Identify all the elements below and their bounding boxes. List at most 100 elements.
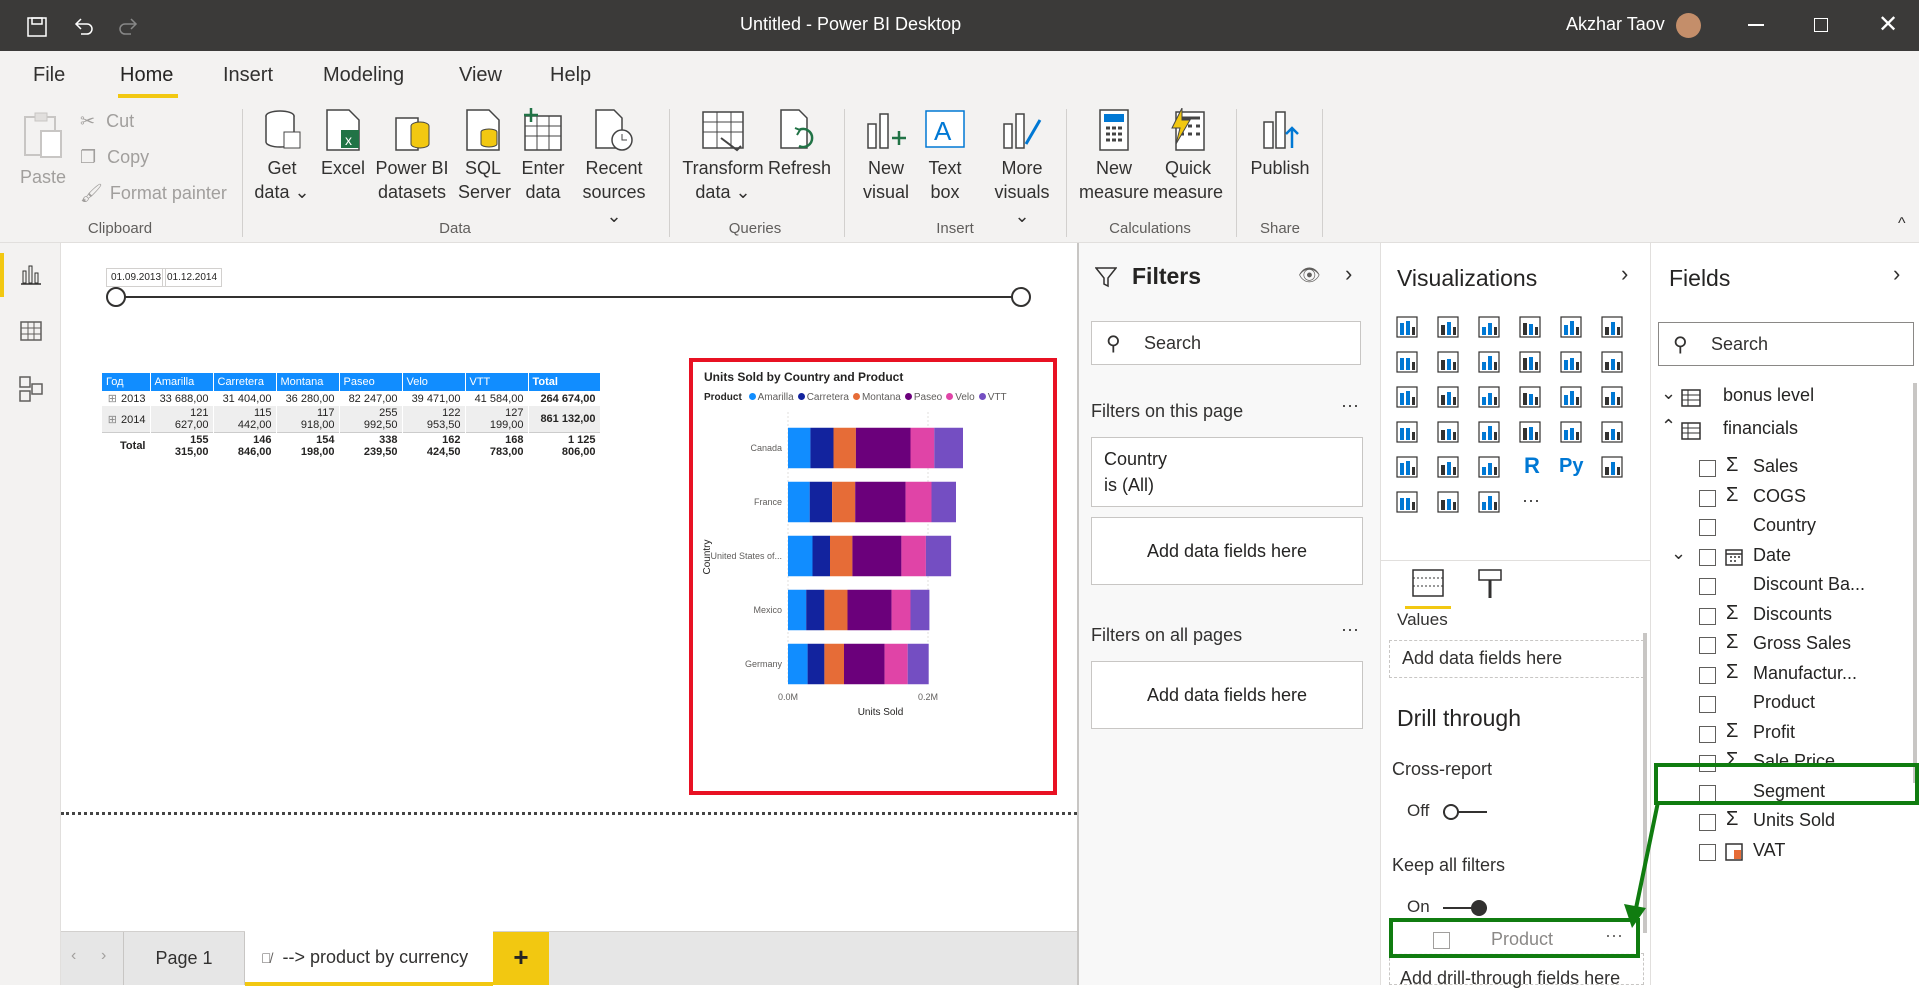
matrix-header[interactable]: Год bbox=[102, 373, 151, 391]
tab-help[interactable]: Help bbox=[550, 64, 591, 87]
field-checkbox[interactable] bbox=[1699, 548, 1716, 566]
bar-segment[interactable] bbox=[847, 589, 892, 631]
waterfall-icon[interactable] bbox=[1395, 385, 1423, 413]
collapse-viz-icon[interactable]: › bbox=[1621, 261, 1628, 287]
bar-segment[interactable] bbox=[855, 481, 906, 523]
bar-segment[interactable] bbox=[810, 427, 834, 469]
matrix-cell[interactable]: ⊞ 2013 bbox=[102, 391, 151, 406]
stacked-column-icon[interactable] bbox=[1436, 315, 1464, 343]
bar-segment[interactable] bbox=[931, 481, 957, 523]
bar-segment[interactable] bbox=[830, 535, 853, 577]
model-view-icon[interactable] bbox=[19, 376, 43, 402]
table-0[interactable]: ⌄ bonus level bbox=[1651, 383, 1919, 419]
matrix-cell[interactable]: ⊞ 2014 bbox=[102, 406, 151, 433]
fields-scrollbar[interactable] bbox=[1913, 383, 1917, 783]
page-tab-1[interactable]: Page 1 bbox=[123, 932, 245, 985]
bar-segment[interactable] bbox=[910, 427, 935, 469]
bar-segment[interactable] bbox=[901, 535, 926, 577]
country-filter-card[interactable]: Country is (All) bbox=[1091, 437, 1363, 507]
treemap-icon[interactable] bbox=[1600, 385, 1628, 413]
sql-server-button[interactable]: SQL Server bbox=[458, 108, 511, 204]
qa-icon[interactable] bbox=[1436, 490, 1464, 518]
slicer-end-date[interactable]: 01.12.2014 bbox=[162, 268, 223, 287]
field-checkbox[interactable] bbox=[1699, 814, 1716, 831]
matrix-header[interactable]: Montana bbox=[276, 373, 340, 391]
matrix-header[interactable]: VTT bbox=[465, 373, 529, 391]
recent-sources-button[interactable]: Recent sources ⌄ bbox=[574, 108, 654, 228]
bar-segment[interactable] bbox=[807, 643, 825, 685]
matrix-header[interactable]: Paseo bbox=[339, 373, 403, 391]
cut-button[interactable]: ✂ Cut bbox=[80, 111, 134, 132]
power-bi-datasets-button[interactable]: Power BI datasets bbox=[372, 108, 452, 204]
filters-all-drop-zone[interactable]: Add data fields here bbox=[1091, 661, 1363, 729]
transform-data-button[interactable]: Transform data ⌄ bbox=[682, 108, 764, 204]
area-chart-icon[interactable] bbox=[1436, 350, 1464, 378]
line-clustered-icon[interactable] bbox=[1559, 350, 1587, 378]
smart-narrative-icon[interactable] bbox=[1477, 490, 1505, 518]
more-options-icon[interactable]: ··· bbox=[1341, 619, 1359, 640]
redo-icon[interactable] bbox=[117, 16, 139, 36]
field-checkbox[interactable] bbox=[1699, 696, 1716, 713]
multi-row-card-icon[interactable] bbox=[1559, 420, 1587, 448]
copy-button[interactable]: ❐ Copy bbox=[80, 147, 149, 168]
field-checkbox[interactable] bbox=[1699, 666, 1716, 684]
prev-page-icon[interactable]: ‹ bbox=[71, 947, 76, 965]
collapse-ribbon-icon[interactable]: ^ bbox=[1898, 215, 1906, 233]
r-visual-icon[interactable]: R bbox=[1518, 453, 1546, 483]
filters-search-input[interactable]: ⚲ Search bbox=[1091, 321, 1361, 365]
avatar[interactable] bbox=[1676, 13, 1701, 38]
slicer-icon[interactable] bbox=[1395, 455, 1423, 483]
matrix-visual[interactable]: Год Amarilla Carretera Montana Paseo Vel… bbox=[102, 373, 601, 459]
stacked-area-icon[interactable] bbox=[1477, 350, 1505, 378]
matrix-header[interactable]: Velo bbox=[402, 373, 466, 391]
bar-segment[interactable] bbox=[852, 535, 902, 577]
undo-icon[interactable] bbox=[73, 16, 95, 36]
report-view-icon[interactable] bbox=[20, 263, 42, 285]
field-checkbox[interactable] bbox=[1699, 725, 1716, 743]
bar-segment[interactable] bbox=[925, 535, 952, 577]
field-checkbox[interactable] bbox=[1699, 519, 1716, 536]
close-icon[interactable]: ✕ bbox=[1878, 10, 1898, 39]
line-column-icon[interactable] bbox=[1518, 350, 1546, 378]
filters-page-drop-zone[interactable]: Add data fields here bbox=[1091, 517, 1363, 585]
format-painter-button[interactable]: 🖌 Format painter bbox=[80, 183, 227, 204]
restore-icon[interactable] bbox=[1814, 18, 1828, 32]
matrix-header[interactable]: Total bbox=[528, 373, 601, 391]
decomposition-tree-icon[interactable] bbox=[1395, 490, 1423, 518]
fields-search-input[interactable]: ⚲ Search bbox=[1658, 322, 1914, 366]
dragged-field-product[interactable]: Product ··· bbox=[1389, 918, 1640, 958]
slicer-start-date[interactable]: 01.09.2013 bbox=[106, 268, 167, 287]
paste-button[interactable]: Paste bbox=[18, 111, 68, 189]
minimize-icon[interactable] bbox=[1748, 24, 1764, 26]
new-visual-button[interactable]: New visual bbox=[857, 108, 915, 204]
keep-filters-toggle[interactable]: On bbox=[1407, 897, 1497, 917]
bar-segment[interactable] bbox=[788, 481, 810, 523]
clustered-column-icon[interactable] bbox=[1518, 315, 1546, 343]
ribbon-chart-icon[interactable] bbox=[1600, 350, 1628, 378]
bar-segment[interactable] bbox=[884, 643, 908, 685]
map-icon[interactable] bbox=[1395, 420, 1423, 448]
tab-modeling[interactable]: Modeling bbox=[323, 64, 404, 87]
tab-home[interactable]: Home bbox=[120, 64, 173, 87]
bar-segment[interactable] bbox=[824, 589, 848, 631]
refresh-button[interactable]: Refresh bbox=[768, 108, 831, 180]
field-checkbox[interactable] bbox=[1699, 843, 1716, 861]
field-checkbox[interactable] bbox=[1699, 489, 1716, 507]
key-influencers-icon[interactable] bbox=[1600, 455, 1628, 483]
bar-segment[interactable] bbox=[907, 643, 929, 685]
add-page-button[interactable]: + bbox=[493, 932, 549, 985]
bar-segment[interactable] bbox=[844, 643, 885, 685]
scatter-icon[interactable] bbox=[1477, 385, 1505, 413]
stacked-bar-chart-visual[interactable]: Units Sold by Country and Product Produc… bbox=[689, 358, 1057, 795]
gauge-icon[interactable] bbox=[1477, 420, 1505, 448]
bar-segment[interactable] bbox=[788, 589, 807, 631]
excel-button[interactable]: x Excel bbox=[320, 108, 366, 180]
values-drop-zone[interactable]: Add data fields here bbox=[1389, 640, 1644, 678]
eye-icon[interactable]: 👁 bbox=[1298, 265, 1321, 286]
bar-segment[interactable] bbox=[833, 427, 856, 469]
filled-map-icon[interactable] bbox=[1436, 420, 1464, 448]
field-checkbox[interactable] bbox=[1699, 637, 1716, 654]
100-bar-icon[interactable] bbox=[1559, 315, 1587, 343]
bar-segment[interactable] bbox=[824, 643, 844, 685]
field-checkbox[interactable] bbox=[1699, 460, 1716, 477]
